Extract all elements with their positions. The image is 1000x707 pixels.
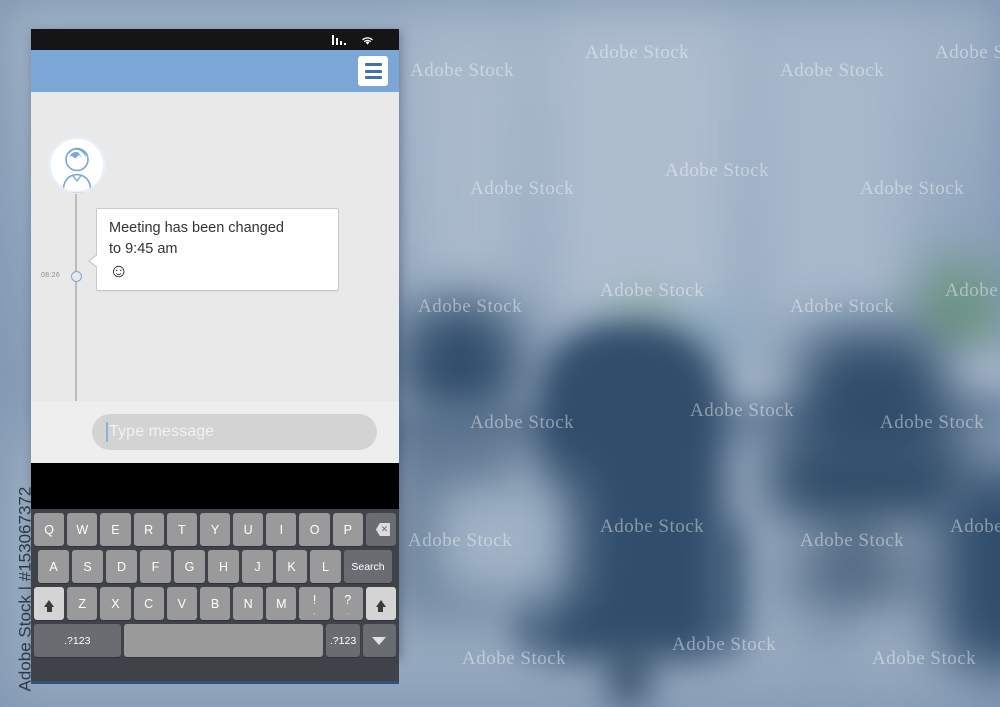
- key-c[interactable]: C: [133, 587, 164, 620]
- key-m[interactable]: M: [266, 587, 297, 620]
- keyboard-row-3: Z X C V B N M ! , ? .: [33, 587, 397, 620]
- key-n[interactable]: N: [233, 587, 264, 620]
- key-s[interactable]: S: [71, 550, 103, 583]
- key-o[interactable]: O: [299, 513, 330, 546]
- key-exclamation-comma[interactable]: ! ,: [299, 587, 330, 620]
- key-x[interactable]: X: [100, 587, 131, 620]
- backspace-key[interactable]: ✕: [365, 513, 397, 546]
- wifi-icon: [362, 36, 373, 45]
- shift-key-left[interactable]: [33, 587, 65, 620]
- keyboard-row-4: .?123 .?123: [34, 624, 396, 657]
- key-exclamation-label: !: [312, 593, 317, 607]
- key-z[interactable]: Z: [67, 587, 98, 620]
- shift-up-icon: [375, 600, 386, 612]
- status-bar: [31, 29, 399, 50]
- message-input-placeholder: Type message: [109, 423, 215, 440]
- message-input-field[interactable]: Type message: [92, 414, 377, 450]
- message-text-line-1: Meeting has been changed: [109, 220, 284, 236]
- chat-conversation-area: 08:26 Meeting has been changed to 9:45 a…: [31, 92, 399, 463]
- keyboard-row-2: A S D F G H J K L Search: [34, 550, 396, 583]
- hamburger-menu-icon[interactable]: [358, 56, 388, 86]
- symbols-key-left[interactable]: .?123: [34, 624, 121, 657]
- key-w[interactable]: W: [67, 513, 98, 546]
- smiley-face-icon: ☺: [109, 261, 129, 282]
- left-watermark-text: Adobe Stock | #153067372: [15, 486, 32, 692]
- key-q[interactable]: Q: [33, 513, 65, 546]
- key-u[interactable]: U: [233, 513, 264, 546]
- symbols-key-right[interactable]: .?123: [326, 624, 360, 657]
- chevron-down-icon: [372, 636, 387, 645]
- text-caret: [106, 422, 108, 442]
- chat-message-bubble[interactable]: Meeting has been changed to 9:45 am ☺: [88, 208, 339, 291]
- timeline-dot: [71, 271, 82, 282]
- key-question-label: ?: [344, 593, 352, 607]
- phone-mockup: 08:26 Meeting has been changed to 9:45 a…: [31, 29, 399, 684]
- shift-up-icon: [44, 600, 55, 612]
- hide-keyboard-key[interactable]: [362, 624, 396, 657]
- key-p[interactable]: P: [332, 513, 363, 546]
- space-key[interactable]: [123, 624, 324, 657]
- signal-bars-icon: [331, 34, 346, 45]
- message-input-bar: Type message: [31, 401, 399, 463]
- key-v[interactable]: V: [166, 587, 197, 620]
- key-period-label: .: [346, 607, 349, 616]
- key-h[interactable]: H: [207, 550, 239, 583]
- message-text-line-2: to 9:45 am: [109, 241, 178, 257]
- key-b[interactable]: B: [199, 587, 231, 620]
- on-screen-keyboard: Q W E R T Y U I O P ✕ A S D F G H J K L …: [31, 509, 399, 684]
- backspace-icon: ✕: [372, 523, 390, 536]
- key-f[interactable]: F: [139, 550, 171, 583]
- key-i[interactable]: I: [266, 513, 297, 546]
- keyboard-bottom-accent: [31, 681, 399, 684]
- keyboard-row-1: Q W E R T Y U I O P ✕: [33, 513, 397, 546]
- key-question-period[interactable]: ? .: [332, 587, 363, 620]
- left-watermark-strip: Adobe Stock | #153067372: [0, 0, 32, 707]
- key-g[interactable]: G: [173, 550, 205, 583]
- message-timestamp: 08:26: [41, 272, 61, 279]
- search-key[interactable]: Search: [343, 550, 393, 583]
- shift-key-right[interactable]: [365, 587, 397, 620]
- key-t[interactable]: T: [166, 513, 197, 546]
- key-d[interactable]: D: [105, 550, 137, 583]
- key-a[interactable]: A: [37, 550, 69, 583]
- app-bar: [31, 50, 399, 92]
- key-comma-label: ,: [313, 607, 316, 616]
- key-r[interactable]: R: [133, 513, 164, 546]
- user-avatar-icon: [48, 136, 106, 194]
- key-e[interactable]: E: [100, 513, 131, 546]
- key-y[interactable]: Y: [199, 513, 231, 546]
- key-l[interactable]: L: [309, 550, 341, 583]
- key-k[interactable]: K: [275, 550, 307, 583]
- key-j[interactable]: J: [241, 550, 273, 583]
